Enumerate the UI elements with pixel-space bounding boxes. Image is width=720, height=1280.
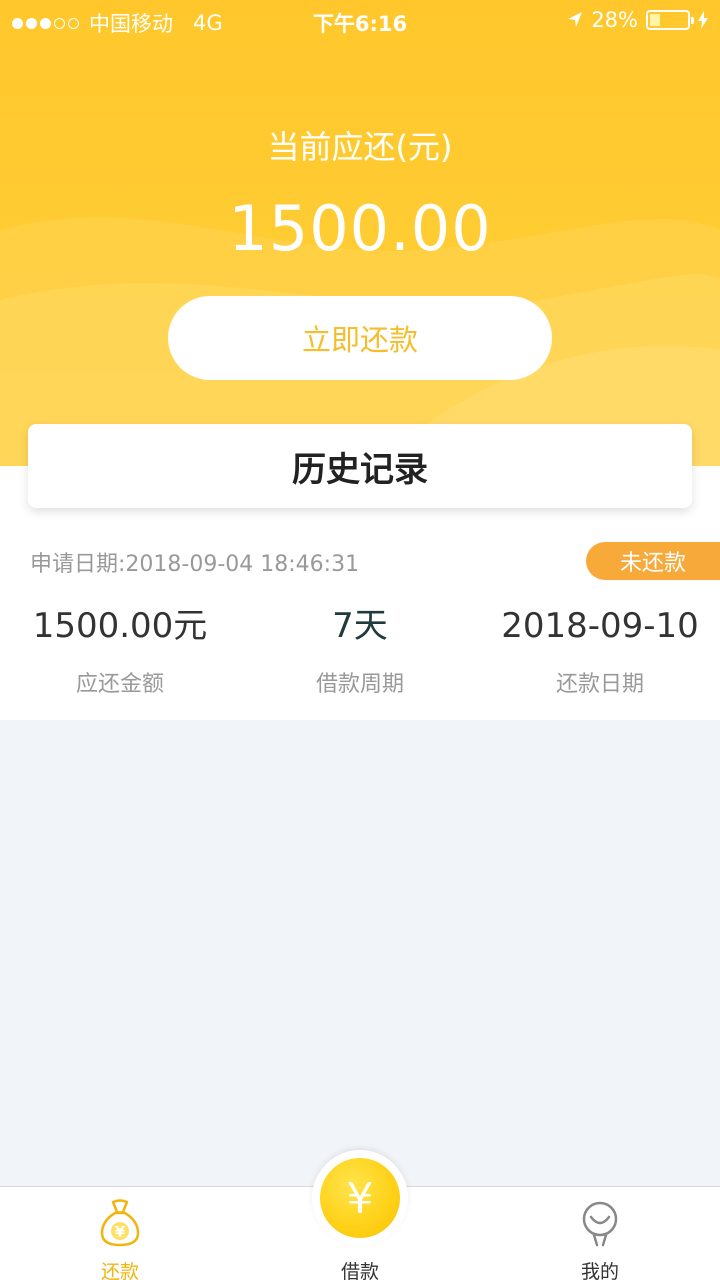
amount-due-value: 1500.00 <box>228 192 492 265</box>
due-date-value: 2018-09-10 <box>501 606 699 646</box>
location-arrow-icon <box>568 12 583 27</box>
svg-text:¥: ¥ <box>115 1223 126 1241</box>
due-date-column: 2018-09-10 还款日期 <box>480 604 720 698</box>
amount-label: 应还金额 <box>75 672 164 697</box>
status-bar: 中国移动 4G 下午6:16 28% <box>0 0 720 40</box>
battery-percent: 28% <box>591 8 638 32</box>
tab-borrow-label: 借款 <box>340 1261 379 1280</box>
yen-coin-icon[interactable]: ¥ <box>320 1158 400 1238</box>
period-value: 7天 <box>332 606 388 646</box>
user-icon <box>582 1201 618 1247</box>
charging-bolt-icon <box>698 11 708 29</box>
history-title: 历史记录 <box>292 449 428 490</box>
amount-value: 1500.00元 <box>32 606 208 646</box>
period-column: 7天 借款周期 <box>240 604 480 698</box>
tab-repay-label: 还款 <box>100 1261 139 1280</box>
tab-mine[interactable]: 我的 <box>480 1187 720 1280</box>
tab-mine-label: 我的 <box>580 1261 619 1280</box>
amount-due-label: 当前应还(元) <box>267 128 453 166</box>
apply-date: 申请日期:2018-09-04 18:46:31 <box>30 552 360 577</box>
due-date-label: 还款日期 <box>555 672 644 697</box>
money-bag-icon: ¥ <box>100 1199 140 1247</box>
tab-repay[interactable]: ¥ 还款 <box>0 1187 240 1280</box>
battery-icon <box>646 10 694 30</box>
status-badge: 未还款 <box>586 542 720 580</box>
amount-column: 1500.00元 应还金额 <box>0 604 240 698</box>
period-label: 借款周期 <box>315 672 404 697</box>
history-title-card[interactable]: 历史记录 <box>28 424 692 508</box>
repay-now-button[interactable]: 立即还款 <box>168 296 552 380</box>
